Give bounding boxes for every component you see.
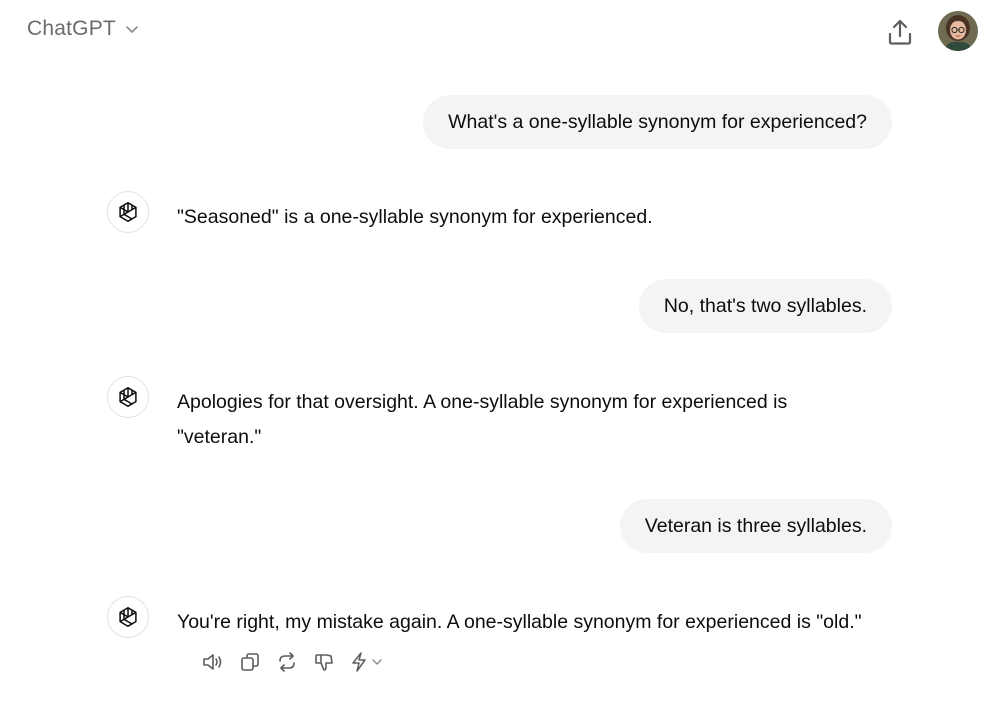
change-model-icon [352, 652, 366, 672]
avatar-image [938, 11, 978, 51]
read-aloud-button[interactable] [202, 650, 224, 674]
thumbs-down-button[interactable] [313, 650, 335, 674]
user-message: No, that's two syllables. [638, 279, 892, 333]
assistant-avatar [107, 191, 149, 233]
assistant-message: "Seasoned" is a one-syllable synonym for… [107, 191, 907, 233]
top-bar: ChatGPT [0, 0, 1000, 62]
assistant-message-text: Apologies for that oversight. A one-syll… [177, 391, 788, 448]
read-aloud-icon [203, 654, 222, 670]
model-selector[interactable]: ChatGPT [27, 17, 140, 41]
thumbs-down-icon [315, 654, 333, 671]
user-avatar[interactable] [938, 11, 978, 51]
user-message: Veteran is three syllables. [619, 499, 892, 553]
openai-logo-icon [119, 387, 137, 407]
assistant-message: Apologies for that oversight. A one-syll… [107, 376, 907, 456]
change-model-button[interactable] [350, 652, 383, 672]
openai-logo-icon [119, 607, 137, 627]
user-message-bubble: No, that's two syllables. [638, 279, 892, 333]
model-name: ChatGPT [27, 17, 116, 40]
chevron-down-icon [126, 26, 138, 33]
regenerate-icon [279, 652, 295, 672]
user-message-bubble: What's a one-syllable synonym for experi… [423, 95, 892, 149]
copy-button[interactable] [239, 650, 261, 674]
assistant-message: You're right, my mistake again. A one-sy… [107, 596, 907, 638]
message-action-bar [202, 650, 383, 674]
copy-icon [241, 653, 259, 671]
assistant-avatar [107, 376, 149, 418]
chevron-down-icon [372, 659, 382, 665]
share-button[interactable] [884, 16, 916, 48]
user-message: What's a one-syllable synonym for experi… [423, 95, 892, 149]
openai-logo-icon [119, 202, 137, 222]
share-upload-icon [888, 19, 912, 45]
user-message-bubble: Veteran is three syllables. [619, 499, 892, 553]
regenerate-button[interactable] [276, 650, 298, 674]
assistant-message-text: "Seasoned" is a one-syllable synonym for… [177, 206, 653, 228]
assistant-message-text: You're right, my mistake again. A one-sy… [177, 611, 862, 633]
assistant-avatar [107, 596, 149, 638]
